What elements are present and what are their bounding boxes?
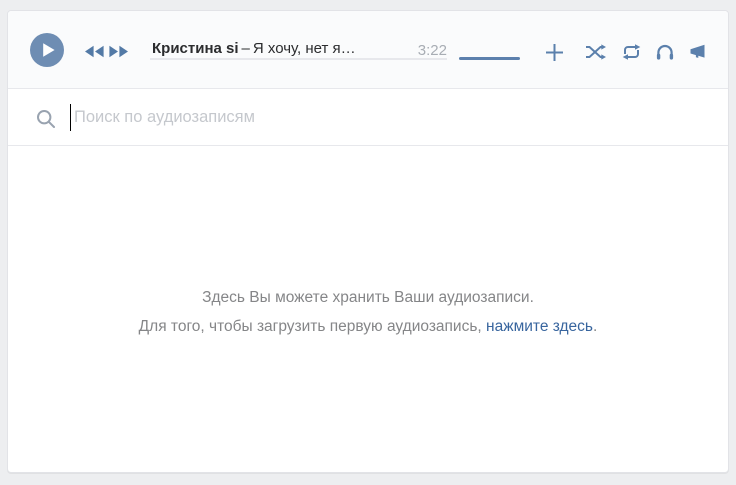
empty-state-line2-text: Для того, чтобы загрузить первую аудиоза…: [138, 318, 487, 335]
volume-slider[interactable]: [459, 57, 520, 60]
fast-forward-icon: [109, 45, 129, 58]
track-title: Кристина si – Я хочу, нет я…: [152, 41, 356, 57]
shuffle-icon: [585, 44, 606, 60]
search-input[interactable]: [74, 89, 634, 145]
repeat-button[interactable]: [620, 41, 642, 63]
repeat-icon: [622, 44, 641, 60]
player-bar: Кристина si – Я хочу, нет я… 3:22: [8, 11, 728, 89]
audio-section-panel: Кристина si – Я хочу, нет я… 3:22 Поиск …: [7, 10, 729, 473]
track-artist: Кристина si: [152, 40, 239, 57]
progress-bar[interactable]: [150, 58, 447, 60]
broadcast-button[interactable]: [686, 41, 708, 63]
next-track-button[interactable]: [109, 45, 129, 58]
empty-state-line1: Здесь Вы можете хранить Ваши аудиозаписи…: [202, 289, 534, 306]
empty-state-message: Здесь Вы можете хранить Ваши аудиозаписи…: [8, 283, 728, 341]
shuffle-button[interactable]: [584, 41, 606, 63]
rewind-icon: [84, 45, 104, 58]
plus-icon: [545, 43, 564, 62]
headphones-button[interactable]: [654, 41, 676, 63]
previous-track-button[interactable]: [84, 45, 104, 58]
megaphone-icon: [689, 44, 706, 60]
track-name: Я хочу, нет я…: [252, 40, 356, 57]
track-duration: 3:22: [417, 42, 447, 59]
upload-audio-link[interactable]: нажмите здесь: [486, 318, 593, 335]
add-audio-button[interactable]: [543, 41, 565, 63]
title-separator: –: [241, 40, 250, 57]
text-caret: [70, 104, 71, 131]
play-button[interactable]: [30, 33, 64, 67]
headphones-icon: [656, 44, 674, 60]
empty-state-line2-period: .: [593, 318, 598, 335]
search-icon: [36, 109, 56, 129]
empty-state-line2: Для того, чтобы загрузить первую аудиоза…: [8, 312, 728, 341]
search-row: [8, 89, 728, 146]
play-icon: [30, 33, 64, 67]
